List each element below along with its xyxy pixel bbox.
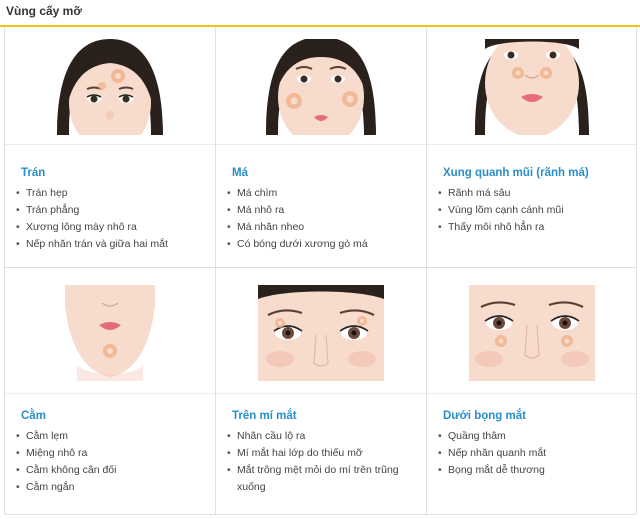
upper-eyelid-face-illustration [258, 285, 384, 381]
symptom-list: Cằm lẹm Miệng nhô ra Cằm không cân đối C… [16, 428, 207, 496]
chin-face-illustration [47, 285, 173, 381]
list-item: Má chìm [227, 185, 418, 202]
region-card-upper-eyelid: Trên mí mắt Nhãn cầu lộ ra Mí mắt hai lớ… [216, 268, 427, 514]
list-item: Trán phẳng [16, 202, 207, 219]
list-item: Có bóng dưới xương gò má [227, 236, 418, 253]
region-image-area [427, 268, 636, 394]
region-image-area [5, 27, 215, 145]
list-item: Nếp nhăn quanh mắt [438, 445, 628, 462]
region-card-chin: Cằm Cằm lẹm Miệng nhô ra Cằm không cân đ… [5, 268, 216, 514]
list-item: Trán hẹp [16, 185, 207, 202]
under-eye-face-illustration [468, 285, 595, 381]
list-item: Cằm lẹm [16, 428, 207, 445]
region-card-forehead: Trán Trán hẹp Trán phẳng Xương lông mày … [5, 27, 216, 268]
region-image-area [216, 268, 426, 394]
list-item: Mắt trông mệt mỏi do mí trên trũng xuống [227, 462, 418, 496]
region-title: Má [232, 167, 248, 179]
list-item: Vùng lõm cạnh cánh mũi [438, 202, 628, 219]
list-item: Bọng mắt dễ thương [438, 462, 628, 479]
list-item: Miệng nhô ra [16, 445, 207, 462]
list-item: Xương lông mày nhô ra [16, 219, 207, 236]
region-title: Xung quanh mũi (rãnh má) [443, 167, 589, 179]
list-item: Cằm ngắn [16, 479, 207, 496]
region-card-cheek: Má Má chìm Má nhô ra Má nhăn nheo Có bón… [216, 27, 427, 268]
page-title: Vùng cấy mỡ [6, 4, 82, 18]
symptom-list: Trán hẹp Trán phẳng Xương lông mày nhô r… [16, 185, 207, 253]
region-image-area [216, 27, 426, 145]
forehead-face-illustration [47, 39, 173, 135]
region-title: Trán [21, 167, 46, 179]
list-item: Thấy môi nhô hẳn ra [438, 219, 628, 236]
list-item: Rãnh má sâu [438, 185, 628, 202]
region-card-under-eye: Dưới bọng mắt Quầng thâm Nếp nhăn quanh … [427, 268, 637, 514]
list-item: Má nhô ra [227, 202, 418, 219]
list-item: Má nhăn nheo [227, 219, 418, 236]
nose-area-face-illustration [468, 39, 595, 135]
region-grid: Trán Trán hẹp Trán phẳng Xương lông mày … [4, 27, 637, 515]
region-card-nose-area: Xung quanh mũi (rãnh má) Rãnh má sâu Vùn… [427, 27, 637, 268]
list-item: Nhãn cầu lộ ra [227, 428, 418, 445]
region-title: Cằm [21, 410, 46, 422]
region-title: Trên mí mắt [232, 410, 297, 422]
list-item: Mí mắt hai lớp do thiếu mỡ [227, 445, 418, 462]
region-image-area [427, 27, 636, 145]
list-item: Nếp nhăn trán và giữa hai mắt [16, 236, 207, 253]
symptom-list: Má chìm Má nhô ra Má nhăn nheo Có bóng d… [227, 185, 418, 253]
list-item: Cằm không cân đối [16, 462, 207, 479]
symptom-list: Nhãn cầu lộ ra Mí mắt hai lớp do thiếu m… [227, 428, 418, 496]
list-item: Quầng thâm [438, 428, 628, 445]
region-image-area [5, 268, 215, 394]
region-title: Dưới bọng mắt [443, 410, 526, 422]
symptom-list: Rãnh má sâu Vùng lõm cạnh cánh mũi Thấy … [438, 185, 628, 236]
cheek-face-illustration [258, 39, 384, 135]
symptom-list: Quầng thâm Nếp nhăn quanh mắt Bọng mắt d… [438, 428, 628, 479]
